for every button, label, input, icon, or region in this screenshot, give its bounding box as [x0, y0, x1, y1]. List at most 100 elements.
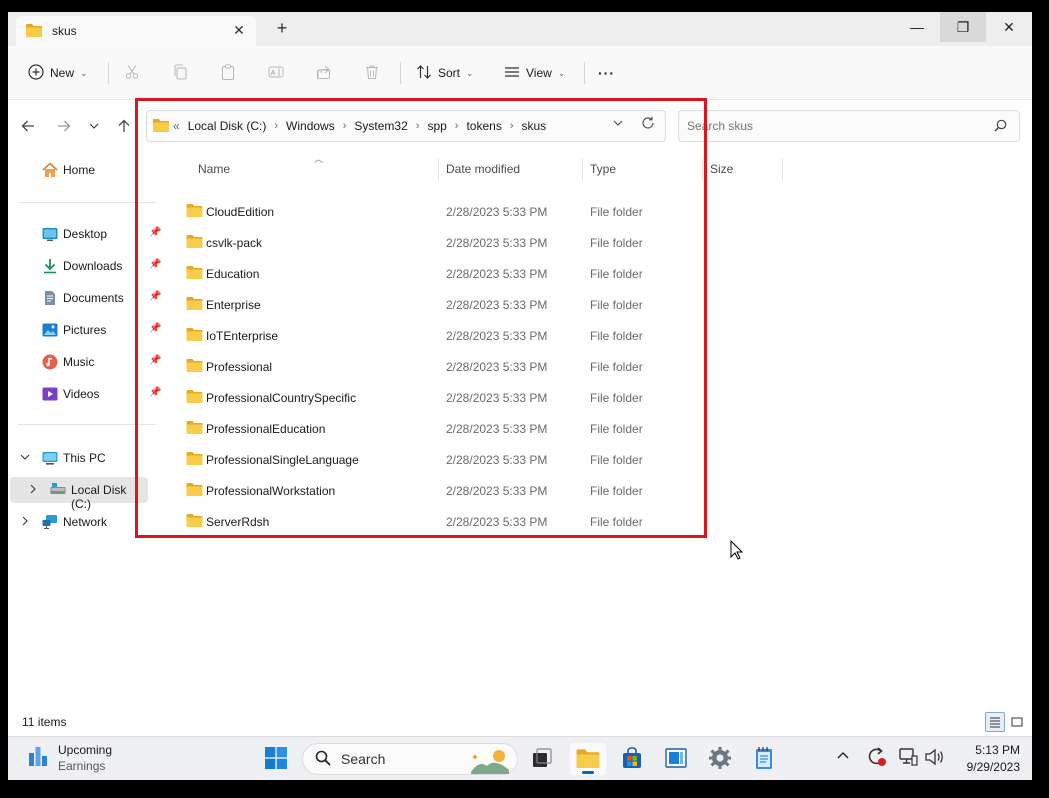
file-date: 2/28/2023 5:33 PM: [446, 298, 548, 312]
home-icon: [42, 162, 58, 178]
sidebar-item-downloads[interactable]: Downloads 📌: [8, 253, 166, 279]
address-bar[interactable]: « Local Disk (C:) › Windows › System32 ›…: [146, 110, 666, 142]
breadcrumb-spp[interactable]: spp: [427, 119, 446, 133]
pin-icon[interactable]: 📌: [149, 291, 161, 302]
table-row[interactable]: CloudEdition 2/28/2023 5:33 PM File fold…: [184, 196, 704, 227]
details-view-icon[interactable]: [985, 712, 1005, 732]
tab-skus[interactable]: skus ✕: [16, 16, 256, 46]
column-header-date-modified[interactable]: Date modified: [446, 162, 520, 184]
chevron-down-icon[interactable]: [20, 452, 30, 465]
widgets-button[interactable]: Upcoming Earnings: [28, 743, 112, 773]
app-button[interactable]: [658, 743, 694, 775]
column-divider[interactable]: [782, 158, 783, 180]
table-row[interactable]: csvlk-pack 2/28/2023 5:33 PM File folder: [184, 227, 704, 258]
sidebar-item-home[interactable]: Home: [8, 157, 166, 183]
column-divider[interactable]: [582, 158, 583, 180]
chevron-up-icon[interactable]: [837, 749, 849, 765]
sidebar-item-label: Pictures: [63, 323, 107, 337]
chevron-right-icon[interactable]: ›: [455, 120, 459, 132]
up-arrow-icon[interactable]: [114, 116, 134, 136]
column-header-size[interactable]: Size: [710, 162, 733, 184]
table-row[interactable]: ProfessionalSingleLanguage 2/28/2023 5:3…: [184, 444, 704, 475]
sidebar-item-pictures[interactable]: Pictures 📌: [8, 317, 166, 343]
table-row[interactable]: Education 2/28/2023 5:33 PM File folder: [184, 258, 704, 289]
sidebar-item-this-pc[interactable]: This PC: [8, 445, 166, 471]
plus-circle-icon: [28, 63, 44, 83]
sync-status-icon[interactable]: [866, 746, 888, 771]
close-tab-button[interactable]: ✕: [230, 22, 248, 39]
rename-button[interactable]: [268, 60, 284, 86]
restore-button[interactable]: ❐: [940, 12, 986, 42]
table-row[interactable]: ServerRdsh 2/28/2023 5:33 PM File folder: [184, 506, 704, 537]
pin-icon[interactable]: 📌: [149, 387, 161, 398]
breadcrumb-local-disk[interactable]: Local Disk (C:): [188, 119, 267, 133]
chevron-right-icon[interactable]: ›: [510, 120, 514, 132]
sidebar-item-music[interactable]: Music 📌: [8, 349, 166, 375]
table-row[interactable]: IoTEnterprise 2/28/2023 5:33 PM File fol…: [184, 320, 704, 351]
settings-button[interactable]: [702, 743, 738, 775]
sidebar-item-videos[interactable]: Videos 📌: [8, 381, 166, 407]
pin-icon[interactable]: 📌: [149, 323, 161, 334]
table-row[interactable]: ProfessionalCountrySpecific 2/28/2023 5:…: [184, 382, 704, 413]
paste-button[interactable]: [220, 60, 236, 86]
cut-button[interactable]: [124, 60, 140, 86]
sidebar-item-documents[interactable]: Documents 📌: [8, 285, 166, 311]
chevron-right-icon[interactable]: [28, 484, 38, 497]
sort-button-label: Sort: [438, 66, 461, 80]
pin-icon[interactable]: 📌: [149, 227, 161, 238]
table-row[interactable]: Professional 2/28/2023 5:33 PM File fold…: [184, 351, 704, 382]
column-divider[interactable]: [702, 158, 703, 180]
refresh-icon[interactable]: [641, 116, 655, 133]
search-box[interactable]: [678, 110, 1020, 142]
delete-button[interactable]: [364, 60, 380, 86]
breadcrumb-windows[interactable]: Windows: [286, 119, 335, 133]
table-row[interactable]: ProfessionalWorkstation 2/28/2023 5:33 P…: [184, 475, 704, 506]
chevron-right-icon[interactable]: [20, 516, 30, 529]
tiles-view-icon[interactable]: [1007, 712, 1027, 732]
stock-chart-icon: [28, 743, 48, 770]
toolbar-divider: [400, 62, 401, 84]
breadcrumb-system32[interactable]: System32: [354, 119, 407, 133]
breadcrumb-overflow[interactable]: «: [173, 119, 180, 133]
copy-button[interactable]: [172, 60, 188, 86]
file-explorer-taskbar-button[interactable]: [570, 743, 606, 775]
sidebar-item-network[interactable]: Network: [8, 509, 166, 535]
share-button[interactable]: [316, 60, 332, 86]
notepad-button[interactable]: [746, 743, 782, 775]
search-icon[interactable]: [994, 119, 1007, 135]
recent-locations-chevron-icon[interactable]: [84, 116, 104, 136]
column-header-type[interactable]: Type: [590, 162, 616, 184]
address-history-chevron-icon[interactable]: [613, 117, 623, 131]
breadcrumb-skus[interactable]: skus: [522, 119, 547, 133]
pin-icon[interactable]: 📌: [149, 355, 161, 366]
search-input[interactable]: [687, 119, 977, 133]
chevron-right-icon[interactable]: ›: [343, 120, 347, 132]
pin-icon[interactable]: 📌: [149, 259, 161, 270]
breadcrumb-tokens[interactable]: tokens: [466, 119, 501, 133]
table-row[interactable]: ProfessionalEducation 2/28/2023 5:33 PM …: [184, 413, 704, 444]
network-status-icon[interactable]: [898, 747, 918, 770]
column-divider[interactable]: [438, 158, 439, 180]
sort-button[interactable]: Sort ⌄: [416, 60, 474, 86]
view-button[interactable]: View ⌄: [504, 60, 565, 86]
system-clock[interactable]: 5:13 PM 9/29/2023: [950, 742, 1020, 776]
table-row[interactable]: Enterprise 2/28/2023 5:33 PM File folder: [184, 289, 704, 320]
volume-icon[interactable]: [924, 747, 944, 770]
more-options-button[interactable]: ···: [598, 60, 615, 86]
close-window-button[interactable]: ✕: [986, 12, 1032, 42]
chevron-right-icon[interactable]: ›: [416, 120, 420, 132]
minimize-button[interactable]: —: [894, 12, 940, 42]
column-header-name[interactable]: Name: [198, 162, 230, 184]
new-tab-button[interactable]: +: [270, 18, 294, 39]
store-button[interactable]: [614, 743, 650, 775]
forward-arrow-icon[interactable]: [54, 116, 74, 136]
chevron-right-icon[interactable]: ›: [274, 120, 278, 132]
start-button[interactable]: [258, 743, 294, 775]
taskbar-search[interactable]: Search: [302, 743, 518, 775]
sidebar-item-desktop[interactable]: Desktop 📌: [8, 221, 166, 247]
new-button[interactable]: New ⌄: [28, 60, 88, 86]
sidebar-item-local-disk[interactable]: Local Disk (C:): [10, 477, 148, 511]
file-name: Professional: [206, 360, 273, 374]
task-view-button[interactable]: [524, 743, 560, 775]
back-arrow-icon[interactable]: [18, 116, 38, 136]
